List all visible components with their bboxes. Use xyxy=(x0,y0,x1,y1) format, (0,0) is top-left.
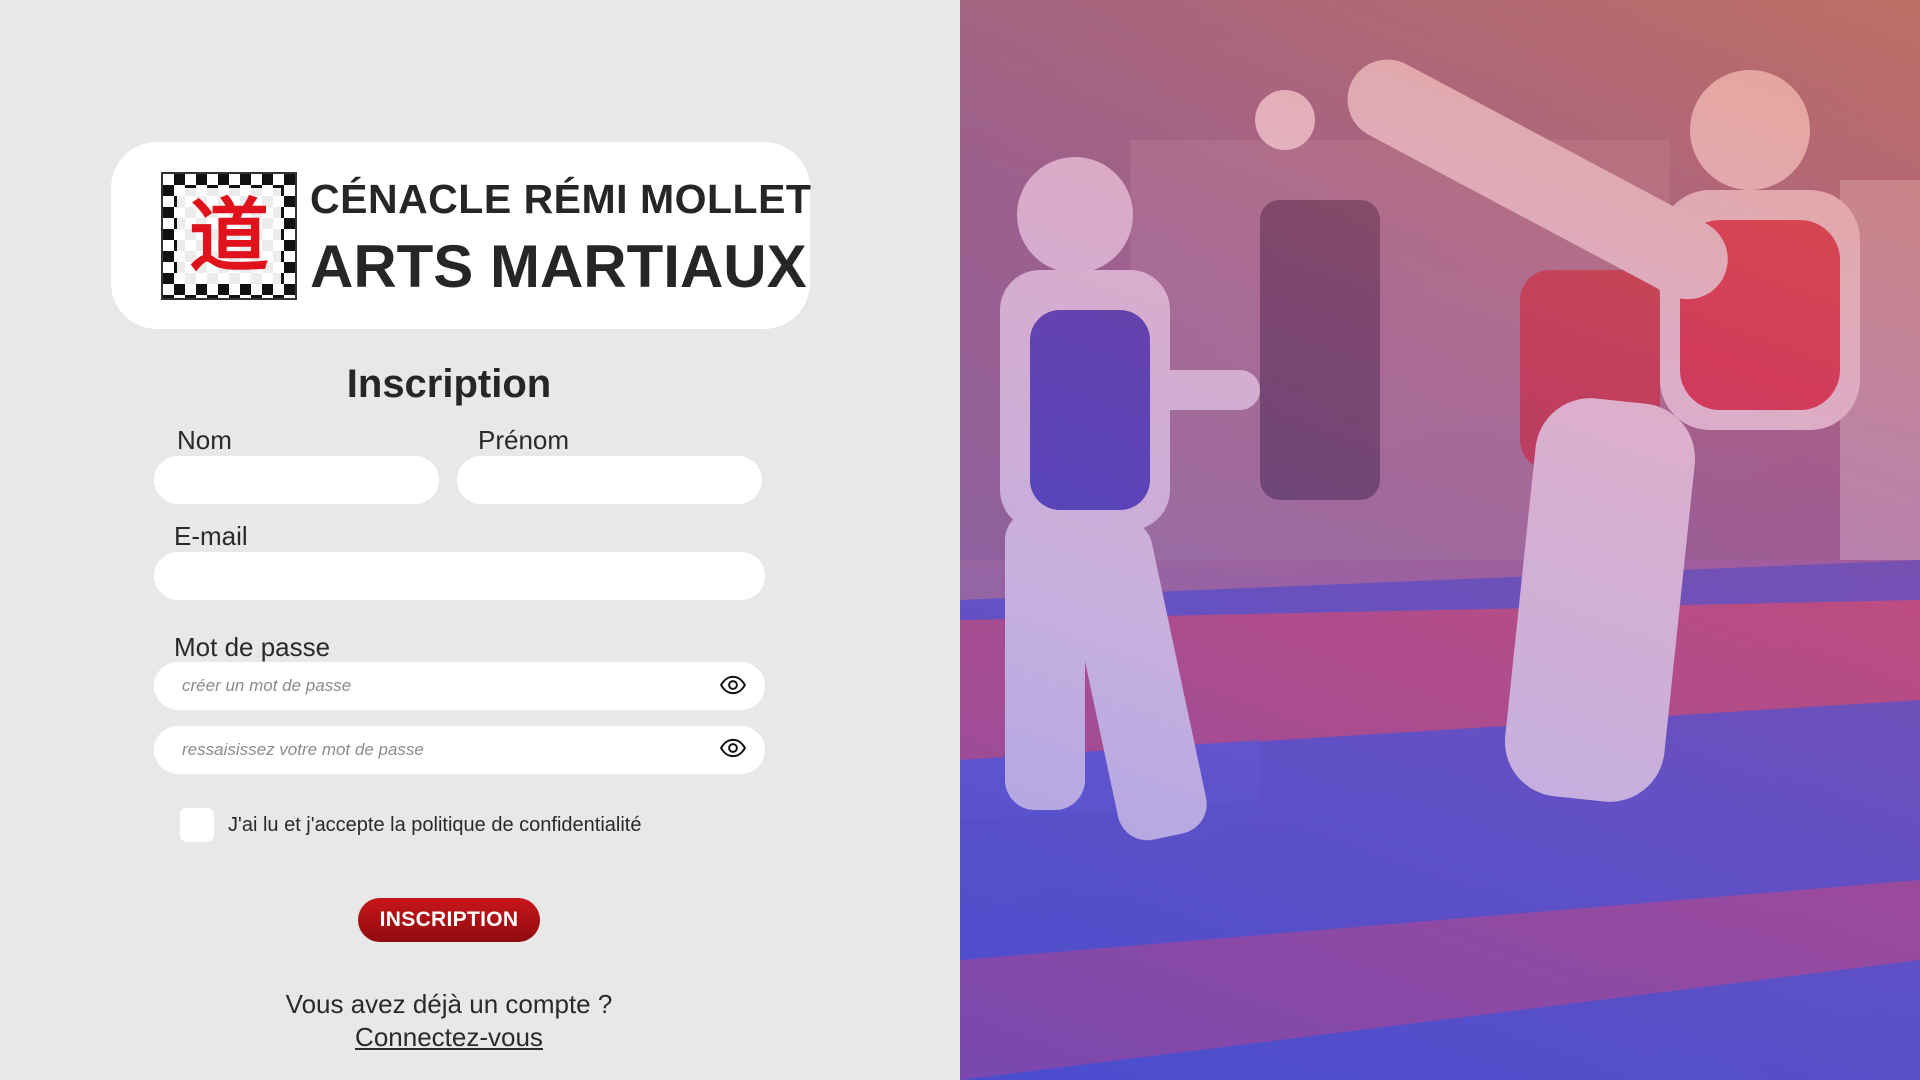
hero-photo xyxy=(960,0,1920,1080)
prenom-input[interactable] xyxy=(457,456,762,504)
already-account-text: Vous avez déjà un compte ? xyxy=(285,989,613,1019)
password-input[interactable] xyxy=(154,662,765,710)
password-confirm-input[interactable] xyxy=(154,726,765,774)
nom-input[interactable] xyxy=(154,456,439,504)
club-subtitle: ARTS MARTIAUX xyxy=(310,233,807,300)
privacy-consent-label: J'ai lu et j'accepte la politique de con… xyxy=(228,814,642,836)
logo-kanji: 道 xyxy=(177,188,281,284)
signup-panel: 道 CÉNACLE RÉMI MOLLET ARTS MARTIAUX Insc… xyxy=(0,0,960,1080)
signup-button[interactable]: INSCRIPTION xyxy=(358,898,540,942)
club-name: CÉNACLE RÉMI MOLLET xyxy=(310,176,812,222)
prenom-label: Prénom xyxy=(478,425,570,455)
nom-label: Nom xyxy=(177,425,232,455)
show-password-confirm-icon[interactable] xyxy=(720,735,746,761)
club-logo: 道 xyxy=(161,172,297,300)
form-title: Inscription xyxy=(346,362,552,406)
privacy-checkbox[interactable] xyxy=(180,808,214,842)
login-link[interactable]: Connectez-vous xyxy=(0,1022,898,1053)
email-input[interactable] xyxy=(154,552,765,600)
brand-card: 道 CÉNACLE RÉMI MOLLET ARTS MARTIAUX xyxy=(111,142,812,329)
color-overlay xyxy=(960,0,1920,1080)
password-label: Mot de passe xyxy=(174,632,331,662)
show-password-icon[interactable] xyxy=(720,672,746,698)
email-label: E-mail xyxy=(174,521,248,551)
